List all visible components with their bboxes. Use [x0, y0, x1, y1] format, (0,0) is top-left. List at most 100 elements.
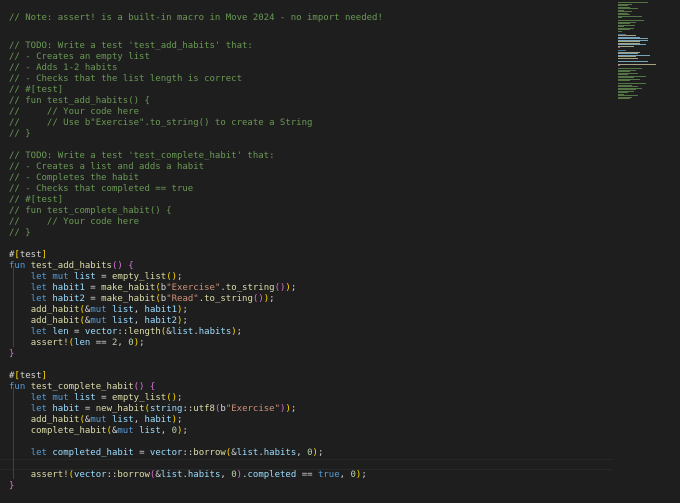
code-token: :: — [182, 404, 194, 414]
code-line[interactable]: } — [9, 481, 14, 492]
code-token: ; — [290, 404, 297, 414]
code-line[interactable]: #[test] — [9, 371, 47, 382]
code-line[interactable]: // - Creates an empty list — [9, 52, 150, 63]
code-line[interactable]: // } — [9, 228, 31, 239]
code-area[interactable]: // Note: assert! is a built-in macro in … — [0, 1, 612, 503]
code-line[interactable]: // - Completes the habit — [9, 173, 139, 184]
code-token: let mut — [30, 272, 75, 282]
code-line[interactable]: // fun test_complete_habit() { — [9, 206, 172, 217]
code-token: completed_habit — [52, 448, 134, 458]
code-token: () — [252, 294, 264, 304]
code-token: == — [296, 470, 318, 480]
code-line[interactable]: // // Your code here — [9, 217, 139, 228]
code-token: , — [117, 338, 129, 348]
code-token: list — [236, 448, 259, 458]
code-line[interactable]: // - Adds 1-2 habits — [9, 63, 117, 74]
code-token: // // Use b"Exercise".to_string() to cre… — [9, 118, 313, 128]
code-line[interactable]: assert!(len == 2, 0); — [9, 338, 145, 349]
code-line[interactable]: let completed_habit = vector::borrow(&li… — [9, 448, 324, 459]
code-token: = — [133, 448, 150, 458]
code-token: // - Checks that the list length is corr… — [9, 74, 242, 84]
code-token: string — [149, 404, 183, 414]
code-token: = — [95, 393, 112, 403]
code-token: assert! — [30, 470, 69, 480]
code-line[interactable]: let mut list = empty_list(); — [9, 272, 183, 283]
code-line[interactable]: add_habit(&mut list, habit1); — [9, 305, 188, 316]
code-line[interactable]: let habit = new_habit(string::utf8(b"Exe… — [9, 404, 297, 415]
code-line[interactable]: // Note: assert! is a built-in macro in … — [9, 13, 383, 24]
code-line[interactable]: // // Use b"Exercise".to_string() to cre… — [9, 118, 312, 129]
code-line[interactable]: #[test] — [9, 250, 47, 261]
code-token: list — [74, 272, 96, 282]
code-line[interactable]: fun test_complete_habit() { — [9, 382, 155, 393]
code-line[interactable]: // TODO: Write a test 'test_complete_hab… — [9, 151, 275, 162]
code-token: vector — [74, 470, 107, 480]
code-token: fun — [9, 382, 31, 392]
code-line[interactable]: // - Checks that completed == true — [9, 184, 193, 195]
code-line[interactable]: fun test_add_habits() { — [9, 261, 134, 272]
code-line[interactable]: // TODO: Write a test 'test_add_habits' … — [9, 41, 253, 52]
code-token: , — [296, 448, 308, 458]
code-line[interactable]: // - Checks that the list length is corr… — [9, 74, 242, 85]
code-token: habits — [198, 327, 232, 337]
code-token: complete_habit — [30, 426, 107, 436]
code-token: ; — [177, 393, 183, 403]
code-token: , — [160, 426, 172, 436]
minimap-line — [618, 47, 620, 48]
code-token: mut — [90, 316, 112, 326]
code-token: , — [133, 415, 145, 425]
code-token: habits — [263, 448, 297, 458]
code-token: habit1 — [144, 305, 178, 315]
code-token: ; — [290, 283, 297, 293]
code-token: list — [112, 316, 134, 326]
code-token: utf8 — [193, 404, 215, 414]
code-token: // } — [9, 129, 31, 139]
code-line[interactable]: let len = vector::length(&list.habits); — [9, 327, 242, 338]
code-token: mut — [90, 305, 112, 315]
vertical-scrollbar[interactable] — [672, 0, 680, 503]
code-line[interactable]: complete_habit(&mut list, 0); — [9, 426, 188, 437]
code-line[interactable]: // } — [9, 129, 31, 140]
code-token: habits — [187, 470, 221, 480]
code-line[interactable]: // #[test] — [9, 195, 63, 206]
code-token: = — [84, 283, 102, 293]
code-line[interactable]: // #[test] — [9, 85, 63, 96]
code-line[interactable]: assert!(vector::borrow(&list.habits, 0).… — [9, 470, 367, 481]
code-token: list — [171, 327, 194, 337]
code-token: list — [112, 305, 134, 315]
code-line[interactable]: let habit1 = make_habit(b"Exercise".to_s… — [9, 283, 297, 294]
code-editor[interactable]: // Note: assert! is a built-in macro in … — [0, 0, 680, 503]
code-token: test_add_habits — [30, 261, 112, 271]
code-token: let — [30, 448, 53, 458]
code-line[interactable]: let mut list = empty_list(); — [9, 393, 183, 404]
code-line[interactable]: add_habit(&mut list, habit); — [9, 415, 183, 426]
code-token: let — [30, 294, 53, 304]
code-token: () — [133, 382, 145, 392]
code-line[interactable]: add_habit(&mut list, habit2); — [9, 316, 188, 327]
code-line[interactable]: let habit2 = make_habit(b"Read".to_strin… — [9, 294, 275, 305]
code-token: borrow — [193, 448, 226, 458]
code-token: let — [30, 404, 53, 414]
code-token: // #[test] — [9, 195, 64, 205]
code-token: () — [166, 272, 178, 282]
minimap-line — [618, 30, 622, 32]
code-token: = — [95, 272, 112, 282]
code-token: // - Creates an empty list — [9, 52, 150, 62]
code-token: // fun test_complete_habit() { — [9, 206, 172, 216]
minimap-line — [618, 45, 634, 47]
minimap[interactable] — [614, 0, 680, 503]
code-line[interactable]: // - Creates a list and adds a habit — [9, 162, 204, 173]
minimap-line — [618, 80, 630, 81]
code-line[interactable]: // // Your code here — [9, 107, 139, 118]
code-token: () — [166, 393, 178, 403]
code-line[interactable]: } — [9, 349, 14, 360]
code-token: true — [317, 470, 340, 480]
code-line[interactable]: // fun test_add_habits() { — [9, 96, 150, 107]
